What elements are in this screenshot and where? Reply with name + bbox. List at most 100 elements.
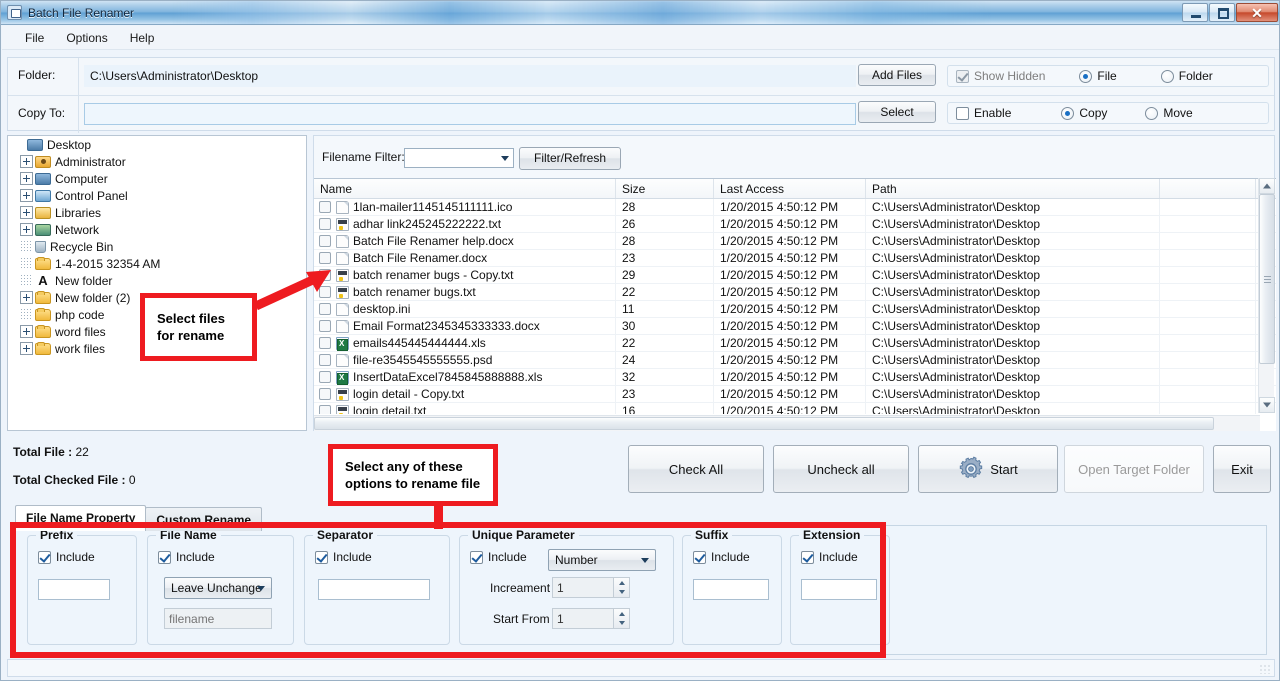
column-header-size[interactable]: Size <box>616 179 714 198</box>
row-checkbox[interactable] <box>319 252 331 264</box>
expand-icon[interactable] <box>20 155 33 168</box>
row-checkbox[interactable] <box>319 337 331 349</box>
menu-item-help[interactable]: Help <box>119 28 166 48</box>
filename-mode-dropdown[interactable]: Leave Unchange <box>164 577 272 599</box>
extension-include-checkbox[interactable]: Include <box>801 550 858 564</box>
tab-file-name-property[interactable]: File Name Property <box>15 505 147 531</box>
start-from-down-icon[interactable] <box>614 619 629 629</box>
tree-root-desktop[interactable]: Desktop <box>8 136 306 153</box>
start-from-up-icon[interactable] <box>614 609 629 619</box>
start-from-input[interactable] <box>552 608 614 629</box>
prefix-include-checkbox[interactable]: Include <box>38 550 95 564</box>
close-button[interactable]: ✕ <box>1236 3 1278 22</box>
prefix-input[interactable] <box>38 579 110 600</box>
copy-to-input[interactable] <box>84 103 856 125</box>
row-checkbox[interactable] <box>319 388 331 400</box>
expand-icon[interactable] <box>20 291 33 304</box>
maximize-button[interactable] <box>1209 3 1235 22</box>
move-radio[interactable]: Move <box>1145 106 1193 120</box>
suffix-include-checkbox[interactable]: Include <box>693 550 750 564</box>
vertical-scrollbar-thumb[interactable] <box>1259 194 1275 364</box>
scroll-down-arrow-icon[interactable] <box>1259 397 1275 413</box>
select-button[interactable]: Select <box>858 101 936 123</box>
table-row[interactable]: InsertDataExcel7845845888888.xls 321/20/2… <box>314 369 1276 386</box>
menu-item-file[interactable]: File <box>14 28 55 48</box>
row-checkbox[interactable] <box>319 303 331 315</box>
tab-custom-rename[interactable]: Custom Rename <box>145 507 263 531</box>
tree-item-new-folder[interactable]: A New folder <box>8 272 306 289</box>
increment-input[interactable] <box>552 577 614 598</box>
row-checkbox[interactable] <box>319 354 331 366</box>
table-row[interactable]: batch renamer bugs - Copy.txt 29 1/20/2015… <box>314 267 1276 284</box>
increment-down-icon[interactable] <box>614 588 629 598</box>
tree-item-recycle-bin[interactable]: Recycle Bin <box>8 238 306 255</box>
row-checkbox[interactable] <box>319 371 331 383</box>
column-header-last-access[interactable]: Last Access <box>714 179 866 198</box>
table-row[interactable]: desktop.ini 11 1/20/2015 4:50:12 PM C:\User… <box>314 301 1276 318</box>
start-button[interactable]: Start <box>918 445 1058 493</box>
table-row[interactable]: Batch File Renamer help.docx 28 1/20/2015 … <box>314 233 1276 250</box>
start-from-stepper[interactable] <box>552 608 630 629</box>
exit-button[interactable]: Exit <box>1213 445 1271 493</box>
copy-radio[interactable]: Copy <box>1061 106 1107 120</box>
tree-item-libraries[interactable]: Libraries <box>8 204 306 221</box>
resize-grip-icon[interactable] <box>1259 664 1271 674</box>
table-row[interactable]: batch renamer bugs.txt 22 1/20/2015 4:50:1… <box>314 284 1276 301</box>
filename-include-checkbox[interactable]: Include <box>158 550 215 564</box>
expand-icon[interactable] <box>20 325 33 338</box>
tree-item-administrator[interactable]: Administrator <box>8 153 306 170</box>
table-row[interactable]: 1lan-mailer1145145111111.ico 28 1/20/2015 … <box>314 199 1276 216</box>
filter-refresh-button[interactable]: Filter/Refresh <box>519 147 621 170</box>
table-row[interactable]: Email Format2345345333333.docx 30 1/20/201… <box>314 318 1276 335</box>
separator-input[interactable] <box>318 579 430 600</box>
unique-include-checkbox[interactable]: Include <box>470 550 527 564</box>
add-files-button[interactable]: Add Files <box>858 64 936 86</box>
row-checkbox[interactable] <box>319 218 331 230</box>
folder-input[interactable] <box>84 65 856 87</box>
file-radio[interactable]: File <box>1079 69 1117 83</box>
tree-item-computer[interactable]: Computer <box>8 170 306 187</box>
extension-input[interactable] <box>801 579 877 600</box>
row-checkbox[interactable] <box>319 269 331 281</box>
row-checkbox[interactable] <box>319 405 331 414</box>
separator-include-checkbox[interactable]: Include <box>315 550 372 564</box>
row-checkbox[interactable] <box>319 201 331 213</box>
horizontal-scrollbar[interactable] <box>314 415 1260 431</box>
row-checkbox[interactable] <box>319 320 331 332</box>
column-header-path[interactable]: Path <box>866 179 1160 198</box>
tree-item-control-panel[interactable]: Control Panel <box>8 187 306 204</box>
menu-item-options[interactable]: Options <box>55 28 118 48</box>
expand-icon[interactable] <box>20 223 33 236</box>
unique-type-dropdown[interactable]: Number <box>548 549 656 571</box>
table-row[interactable]: Batch File Renamer.docx 23 1/20/2015 4:50:… <box>314 250 1276 267</box>
open-target-folder-button[interactable]: Open Target Folder <box>1064 445 1204 493</box>
file-list-body[interactable]: 1lan-mailer1145145111111.ico 28 1/20/2015 … <box>314 199 1276 414</box>
expand-icon[interactable] <box>20 206 33 219</box>
expand-icon[interactable] <box>20 172 33 185</box>
check-all-button[interactable]: Check All <box>628 445 764 493</box>
show-hidden-checkbox[interactable]: Show Hidden <box>956 69 1045 83</box>
tree-item-dated-folder[interactable]: 1-4-2015 32354 AM <box>8 255 306 272</box>
table-row[interactable]: adhar link245245222222.txt 26 1/20/2015 4:… <box>314 216 1276 233</box>
expand-icon[interactable] <box>20 189 33 202</box>
filename-text-input[interactable] <box>164 608 272 629</box>
row-checkbox[interactable] <box>319 286 331 298</box>
increment-up-icon[interactable] <box>614 578 629 588</box>
tree-item-network[interactable]: Network <box>8 221 306 238</box>
table-row[interactable]: login detail - Copy.txt 23 1/20/2015 4:50:… <box>314 386 1276 403</box>
horizontal-scrollbar-thumb[interactable] <box>314 417 1214 430</box>
increment-stepper[interactable] <box>552 577 630 598</box>
folder-radio[interactable]: Folder <box>1160 69 1213 83</box>
row-checkbox[interactable] <box>319 235 331 247</box>
uncheck-all-button[interactable]: Uncheck all <box>773 445 909 493</box>
table-row[interactable]: file-re3545545555555.psd 24 1/20/2015 4:50… <box>314 352 1276 369</box>
vertical-scrollbar[interactable] <box>1258 178 1275 413</box>
table-row[interactable]: emails445445444444.xls 221/20/2015 4:50:1… <box>314 335 1276 352</box>
increment-spin-buttons[interactable] <box>614 577 630 598</box>
folder-tree-panel[interactable]: Desktop Administrator Computer Control P… <box>7 135 307 431</box>
column-header-extra[interactable] <box>1160 179 1256 198</box>
filename-filter-combo[interactable] <box>404 148 514 168</box>
suffix-input[interactable] <box>693 579 769 600</box>
start-from-spin-buttons[interactable] <box>614 608 630 629</box>
scroll-up-arrow-icon[interactable] <box>1259 178 1275 194</box>
